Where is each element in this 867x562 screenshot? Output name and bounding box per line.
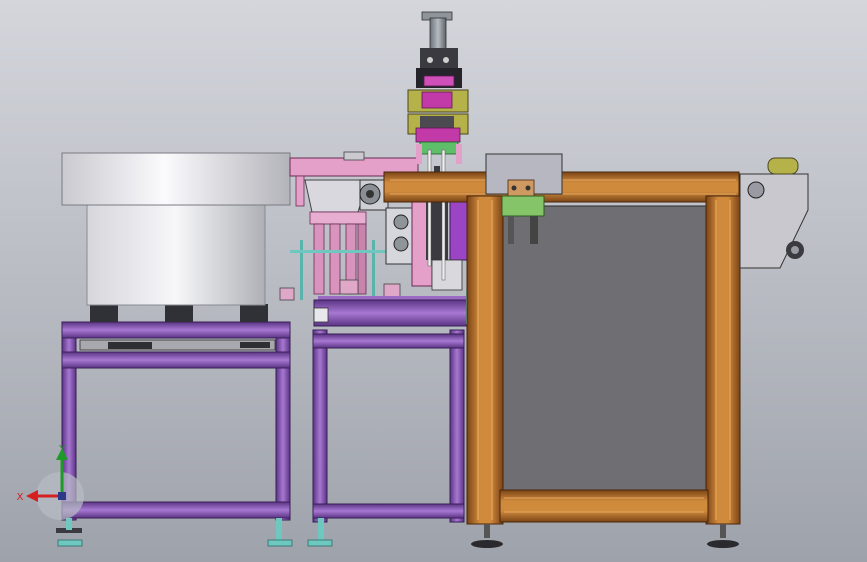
vibratory-bowl[interactable] <box>61 152 291 322</box>
axis-y-label: Y <box>58 444 66 455</box>
axis-x-label: X <box>17 492 24 503</box>
assembly-drawing[interactable]: Y X <box>0 0 867 562</box>
cad-viewport[interactable]: Y X <box>0 0 867 562</box>
conveyor-end-cap[interactable] <box>739 157 809 269</box>
